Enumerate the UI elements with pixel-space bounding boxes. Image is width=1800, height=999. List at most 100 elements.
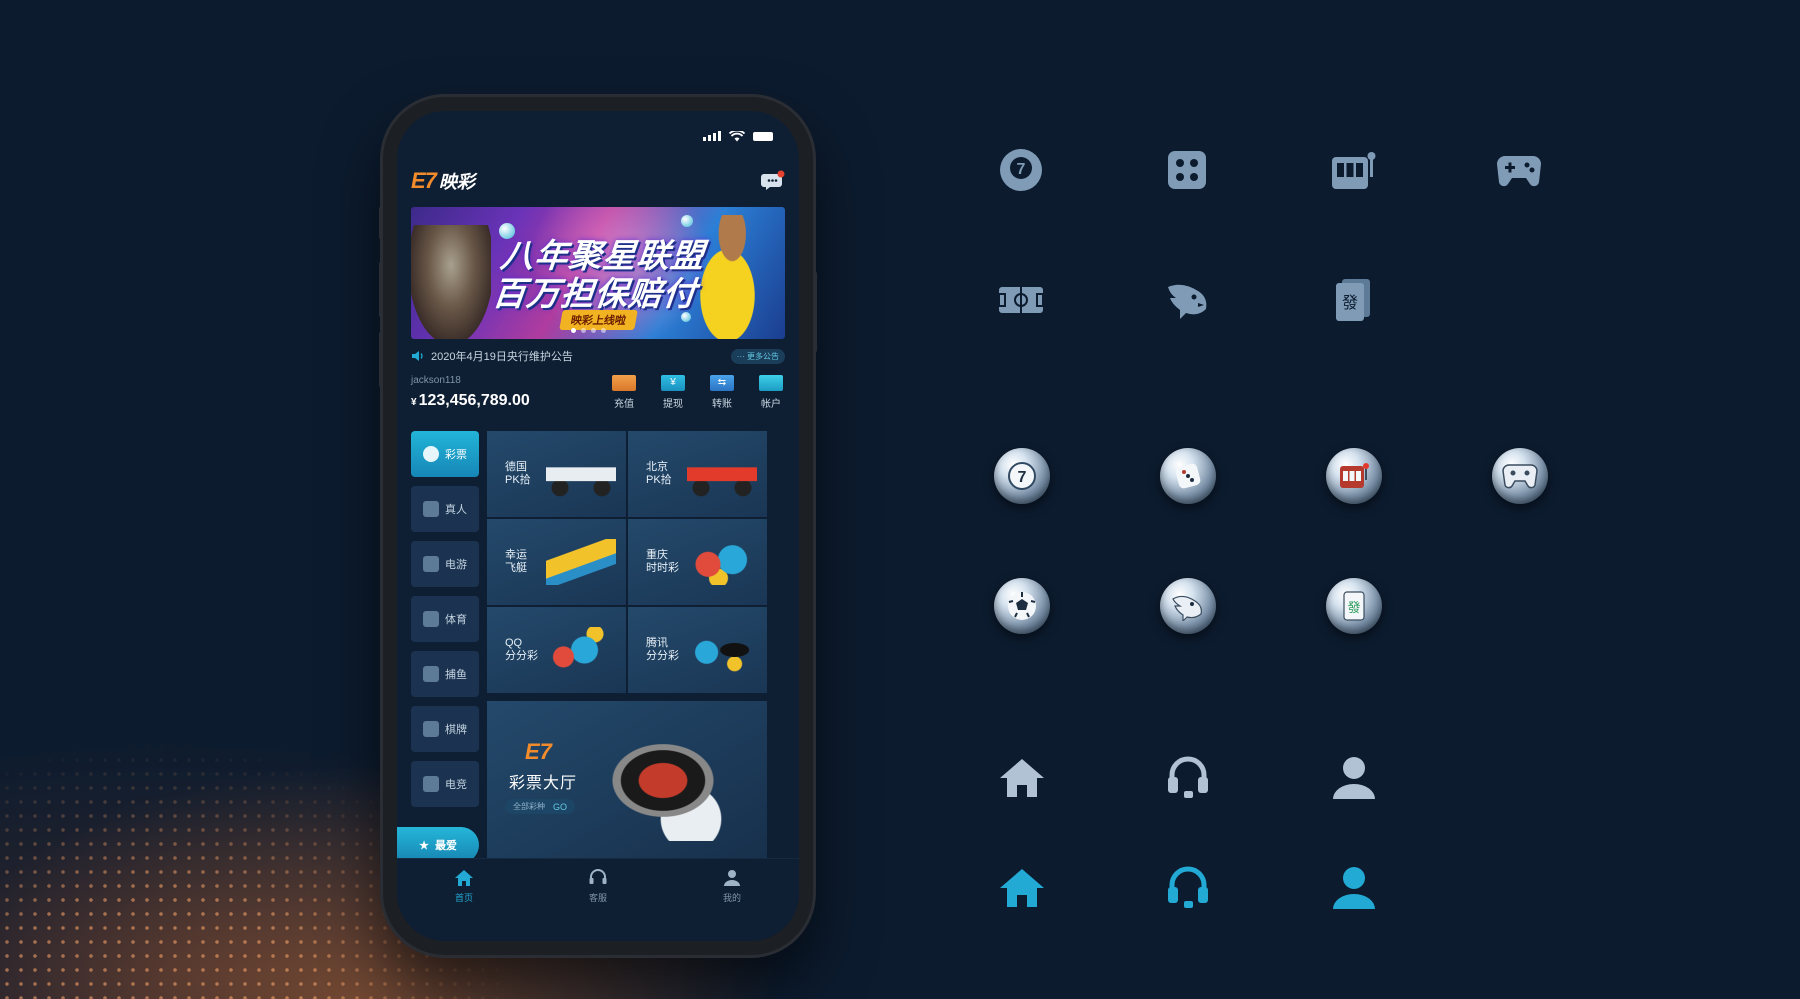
fish-icon — [1162, 275, 1212, 325]
game-tile-germany-pk10[interactable]: 德国 PK拾 — [487, 431, 626, 517]
tab-home[interactable]: 首页 — [434, 869, 494, 941]
home-icon-active — [997, 863, 1047, 913]
wifi-icon — [729, 130, 745, 141]
sidebar-item-label: 捕鱼 — [445, 669, 467, 681]
race-car-image — [687, 451, 757, 497]
pagination-dot[interactable] — [581, 328, 586, 333]
withdraw-button[interactable]: ¥ 提现 — [659, 375, 687, 410]
phone-mockup: E7 映彩 八年聚星联盟 百万担保赔付 映彩上线啦 2020年4月19日央行维护… — [379, 97, 817, 955]
slot-machine-icon — [423, 556, 439, 572]
account-panel: jackson118 ¥123,456,789.00 充值 ¥ 提现 ⇆ 转账 … — [411, 375, 785, 421]
pagination-dot[interactable] — [591, 328, 596, 333]
currency-symbol: ¥ — [411, 397, 417, 408]
phone-volume-up — [379, 262, 382, 317]
fish-sphere-icon — [1160, 578, 1216, 634]
game-grid: 德国 PK拾 北京 PK拾 幸运 飞艇 重庆 时时彩 QQ 分分彩 腾讯 分分彩 — [487, 431, 767, 693]
account-button[interactable]: 帐户 — [757, 375, 785, 410]
svg-text:發: 發 — [1347, 601, 1360, 616]
sidebar-item-label: 真人 — [445, 504, 467, 516]
lottery-icon — [423, 446, 439, 462]
phone-mute-switch — [379, 207, 382, 239]
lottery-ball-icon: 7 — [996, 145, 1046, 195]
banner-ball — [681, 215, 693, 227]
sidebar-item-sports[interactable]: 体育 — [411, 596, 479, 642]
mahjong-sphere-icon: 發 — [1326, 578, 1382, 634]
speedboat-image — [546, 539, 616, 585]
game-label: 北京 PK拾 — [646, 461, 672, 486]
more-notices-button[interactable]: ··· 更多公告 — [730, 348, 785, 364]
soccer-ball-sphere-icon — [994, 578, 1050, 634]
banner-subheadline: 百万担保赔付 — [490, 275, 699, 312]
hall-go-button[interactable]: 全部彩种 GO — [505, 799, 576, 814]
svg-text:7: 7 — [1017, 161, 1026, 178]
recharge-button[interactable]: 充值 — [610, 375, 638, 410]
penguin-image — [687, 627, 757, 673]
sidebar-item-esports[interactable]: 电竞 — [411, 761, 479, 807]
gamepad-icon — [423, 776, 439, 792]
notice-bar[interactable]: 2020年4月19日央行维护公告 ··· 更多公告 — [411, 347, 785, 365]
status-bar — [703, 129, 773, 143]
sidebar-item-label: 体育 — [445, 614, 467, 626]
tab-support[interactable]: 客服 — [568, 869, 628, 941]
banner-pagination[interactable] — [571, 328, 606, 333]
gamepad-sphere-icon — [1492, 448, 1548, 504]
dice-sphere-icon — [1160, 448, 1216, 504]
headset-icon — [1163, 753, 1213, 803]
app-header: E7 映彩 — [411, 166, 785, 196]
sidebar-item-slots[interactable]: 电游 — [411, 541, 479, 587]
app-screen: E7 映彩 八年聚星联盟 百万担保赔付 映彩上线啦 2020年4月19日央行维护… — [397, 111, 799, 941]
game-label: 腾讯 分分彩 — [646, 637, 679, 662]
tab-label: 我的 — [722, 893, 741, 903]
promo-banner[interactable]: 八年聚星联盟 百万担保赔付 映彩上线啦 — [411, 207, 785, 339]
sidebar-item-live[interactable]: 真人 — [411, 486, 479, 532]
game-label: QQ 分分彩 — [505, 637, 538, 662]
sidebar-item-label: 电游 — [445, 559, 467, 571]
go-label: GO — [553, 801, 568, 812]
home-icon — [455, 870, 473, 886]
favorites-label: 最爱 — [434, 840, 457, 852]
bottom-tab-bar: 首页 客服 我的 — [397, 858, 799, 941]
hall-title: 彩票大厅 — [509, 775, 578, 792]
mahjong-tile-icon: 發 — [1328, 275, 1378, 325]
game-tile-lucky-airship[interactable]: 幸运 飞艇 — [487, 519, 626, 605]
recharge-label: 充值 — [614, 399, 634, 410]
pagination-dot[interactable] — [571, 328, 576, 333]
sports-field-icon — [996, 275, 1046, 325]
app-logo[interactable]: E7 映彩 — [411, 168, 475, 194]
game-label: 幸运 飞艇 — [505, 549, 527, 574]
balance: ¥123,456,789.00 — [411, 392, 530, 410]
lottery-hall-card[interactable]: E7 彩票大厅 全部彩种 GO — [487, 701, 767, 861]
game-tile-beijing-pk10[interactable]: 北京 PK拾 — [628, 431, 767, 517]
logo-mark: E7 — [411, 168, 437, 193]
logo-text: 映彩 — [438, 172, 475, 192]
home-icon — [997, 753, 1047, 803]
category-sidebar: 彩票 真人 电游 体育 捕鱼 棋牌 电竞 — [411, 431, 479, 816]
username: jackson118 — [411, 375, 461, 386]
game-tile-qq-ffc[interactable]: QQ 分分彩 — [487, 607, 626, 693]
tab-label: 首页 — [454, 893, 473, 903]
transfer-button[interactable]: ⇆ 转账 — [708, 375, 736, 410]
game-tile-tencent-ffc[interactable]: 腾讯 分分彩 — [628, 607, 767, 693]
speaker-icon — [412, 351, 423, 361]
account-label: 帐户 — [761, 399, 781, 410]
dice-grid-icon — [1162, 145, 1212, 195]
hall-sub-label: 全部彩种 — [513, 802, 545, 811]
phone-power-button — [814, 272, 817, 352]
pagination-dot[interactable] — [601, 328, 606, 333]
sidebar-item-lottery[interactable]: 彩票 — [411, 431, 479, 477]
svg-text:發: 發 — [1342, 293, 1358, 312]
message-icon[interactable] — [761, 170, 785, 192]
game-label: 重庆 时时彩 — [646, 549, 679, 574]
live-casino-icon — [423, 501, 439, 517]
game-tile-chongqing-ssc[interactable]: 重庆 时时彩 — [628, 519, 767, 605]
transfer-label: 转账 — [712, 399, 732, 410]
tab-profile[interactable]: 我的 — [702, 869, 762, 941]
recharge-icon — [612, 375, 636, 391]
account-card-icon — [759, 375, 783, 391]
race-car-image — [546, 451, 616, 497]
sidebar-item-cards[interactable]: 棋牌 — [411, 706, 479, 752]
sidebar-item-fishing[interactable]: 捕鱼 — [411, 651, 479, 697]
lottery-ball-sphere-icon: 7 — [994, 448, 1050, 504]
more-notices-label: 更多公告 — [747, 351, 779, 361]
slot-machine-icon — [1328, 145, 1378, 195]
